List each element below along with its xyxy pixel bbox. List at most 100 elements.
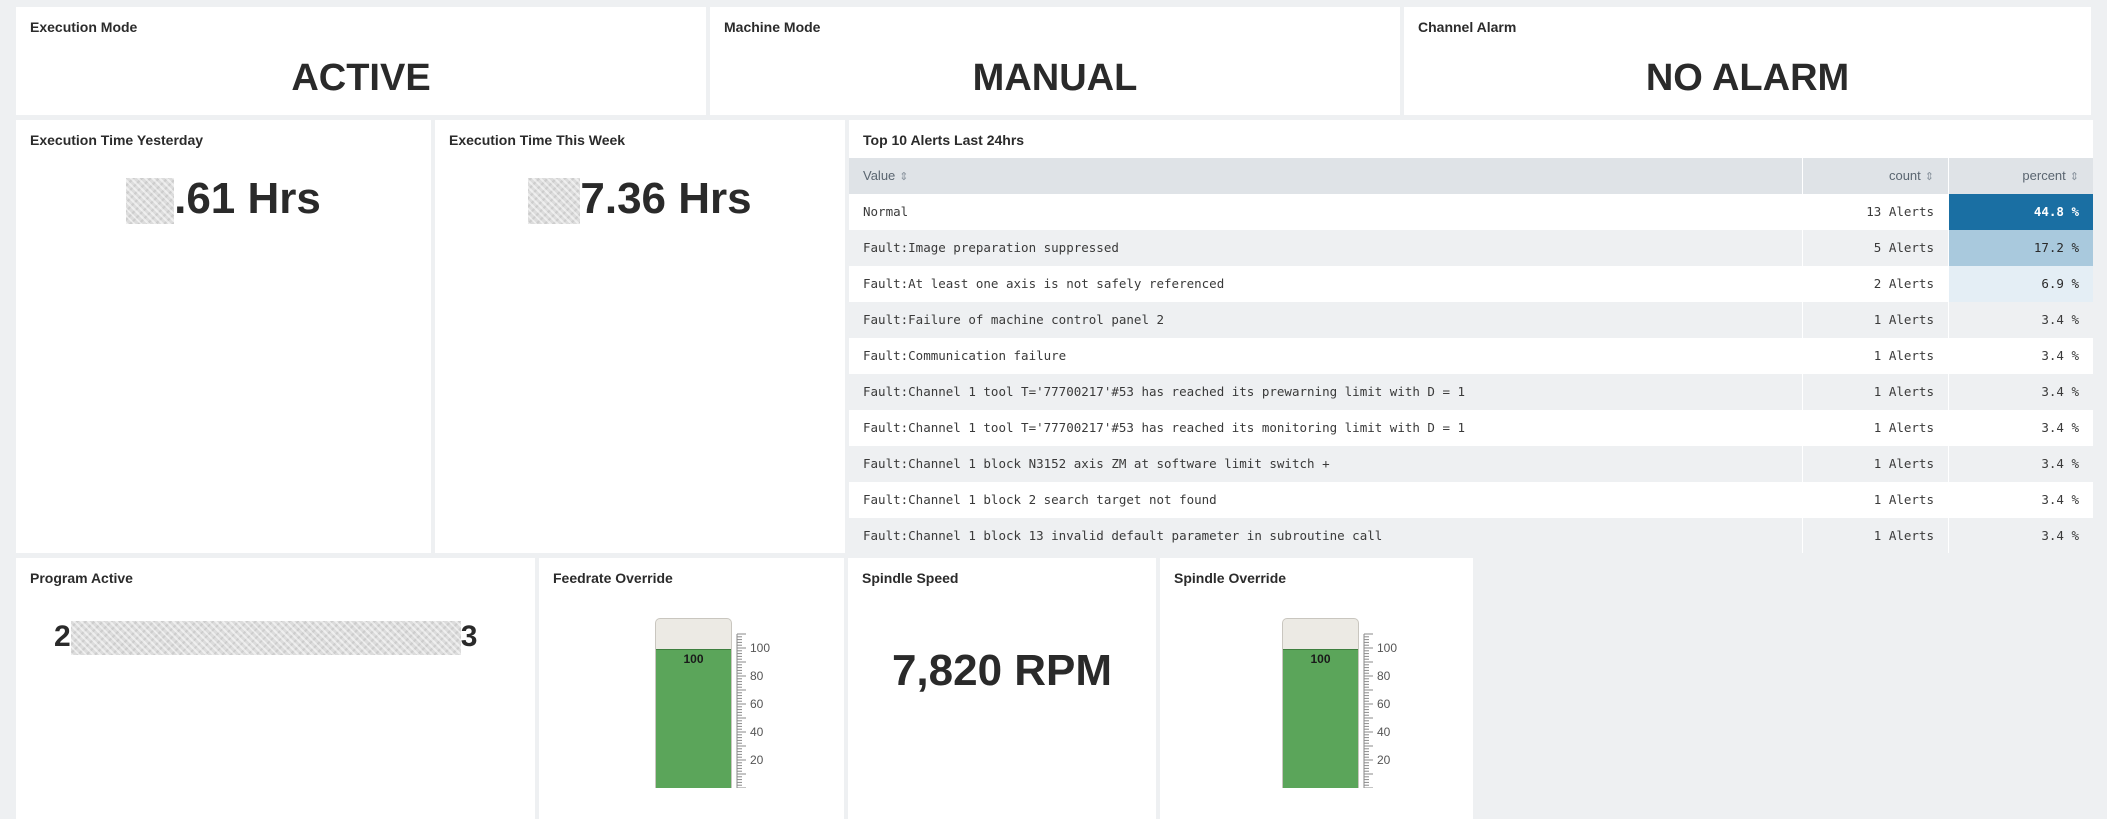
redacted-block <box>126 178 175 225</box>
alert-value-cell: Fault:At least one axis is not safely re… <box>863 276 1225 291</box>
alert-value-cell: Fault:Channel 1 block N3152 axis ZM at s… <box>863 456 1330 471</box>
panel-title: Machine Mode <box>724 19 821 35</box>
channel-alarm-panel: Channel Alarm NO ALARM <box>1404 7 2091 115</box>
panel-title: Execution Time This Week <box>449 132 626 148</box>
table-row[interactable]: Fault:Channel 1 block N3152 axis ZM at s… <box>849 446 2093 482</box>
alert-count-cell: 13 Alerts <box>1802 194 1948 230</box>
machine-mode-panel: Machine Mode MANUAL <box>710 7 1400 115</box>
gauge-tube: 100 <box>655 618 732 788</box>
spindle-speed-panel: Spindle Speed 7,820 RPM <box>848 558 1156 819</box>
panel-title: Channel Alarm <box>1418 19 1517 35</box>
program-suffix: 3 <box>460 620 478 653</box>
alerts-table: Value ⇕ count ⇕ percent ⇕ Normal 13 Alerts 44… <box>849 158 2093 553</box>
gauge-fill <box>656 649 731 788</box>
alert-percent-cell: 44.8 % <box>1948 194 2093 230</box>
table-header: Value ⇕ count ⇕ percent ⇕ <box>849 158 2093 194</box>
alert-value-cell: Normal <box>863 204 909 219</box>
panel-title: Execution Mode <box>30 19 138 35</box>
table-row[interactable]: Fault:At least one axis is not safely re… <box>849 266 2093 302</box>
sort-icon: ⇕ <box>1924 171 1934 183</box>
alert-percent-cell: 17.2 % <box>1948 230 2093 266</box>
gauge-fill <box>1283 649 1358 788</box>
exec-time-yesterday-panel: Execution Time Yesterday .61 Hrs <box>16 120 431 553</box>
alert-value-cell: Fault:Channel 1 block 13 invalid default… <box>863 528 1383 543</box>
panel-title: Execution Time Yesterday <box>30 132 204 148</box>
gauge-scale: 100 80 60 40 20 <box>1363 633 1397 788</box>
panel-title: Spindle Speed <box>862 570 959 586</box>
panel-title: Spindle Override <box>1174 570 1287 586</box>
redacted-block <box>70 621 461 656</box>
table-row[interactable]: Fault:Communication failure 1 Alerts 3.4 % <box>849 338 2093 374</box>
gauge-tick-label: 60 <box>750 697 764 711</box>
header-percent[interactable]: percent ⇕ <box>1948 158 2093 194</box>
alert-percent-cell: 3.4 % <box>1948 446 2093 482</box>
gauge-scale: 100 80 60 40 20 <box>736 633 770 788</box>
table-body: Normal 13 Alerts 44.8 % Fault:Image prepara… <box>849 194 2093 553</box>
alert-count-cell: 1 Alerts <box>1802 338 1948 374</box>
gauge-tick-label: 80 <box>1377 669 1391 683</box>
gauge-tube: 100 <box>1282 618 1359 788</box>
header-count[interactable]: count ⇕ <box>1802 158 1948 194</box>
alert-count-cell: 1 Alerts <box>1802 302 1948 338</box>
sort-icon: ⇕ <box>899 171 909 183</box>
gauge-tick-label: 40 <box>750 725 764 739</box>
program-prefix: 2 <box>54 620 71 653</box>
panel-title: Program Active <box>30 570 133 586</box>
spindle-override-panel: Spindle Override 100 100 80 60 40 20 <box>1160 558 1473 819</box>
spindle-speed-value: 7,820 RPM <box>891 646 1113 695</box>
exec-time-yesterday-value: .61 Hrs <box>16 174 431 225</box>
alert-percent-cell: 3.4 % <box>1948 338 2093 374</box>
gauge-tick-label: 40 <box>1377 725 1391 739</box>
table-row[interactable]: Fault:Channel 1 tool T='77700217'#53 has… <box>849 410 2093 446</box>
alert-percent-cell: 3.4 % <box>1948 374 2093 410</box>
alert-percent-cell: 3.4 % <box>1948 482 2093 518</box>
gauge-tick-label: 60 <box>1377 697 1391 711</box>
table-row[interactable]: Fault:Channel 1 tool T='77700217'#53 has… <box>849 374 2093 410</box>
alert-count-cell: 5 Alerts <box>1802 230 1948 266</box>
panel-title: Feedrate Override <box>553 570 673 586</box>
exec-time-week-value: 7.36 Hrs <box>435 174 845 225</box>
alert-value-cell: Fault:Channel 1 tool T='77700217'#53 has… <box>863 420 1466 435</box>
table-row[interactable]: Fault:Failure of machine control panel 2… <box>849 302 2093 338</box>
table-row[interactable]: Fault:Image preparation suppressed 5 Aler… <box>849 230 2093 266</box>
gauge-value-label: 100 <box>1310 652 1331 666</box>
redacted-block <box>528 178 581 225</box>
top-alerts-panel: Top 10 Alerts Last 24hrs Value ⇕ count ⇕ p… <box>849 120 2093 553</box>
table-row[interactable]: Fault:Channel 1 block 13 invalid default… <box>849 518 2093 553</box>
alert-value-cell: Fault:Channel 1 tool T='77700217'#53 has… <box>863 384 1466 399</box>
alert-count-cell: 1 Alerts <box>1802 518 1948 553</box>
execution-mode-panel: Execution Mode ACTIVE <box>16 7 706 115</box>
gauge-tick-label: 20 <box>1377 753 1391 767</box>
panel-title: Top 10 Alerts Last 24hrs <box>863 132 1025 148</box>
exec-time-week-panel: Execution Time This Week 7.36 Hrs <box>435 120 845 553</box>
machine-mode-value: MANUAL <box>972 57 1138 99</box>
alert-value-cell: Fault:Image preparation suppressed <box>863 240 1119 255</box>
alert-value-cell: Fault:Failure of machine control panel 2 <box>863 312 1165 327</box>
alert-percent-cell: 3.4 % <box>1948 302 2093 338</box>
exec-time-week-text: 7.36 Hrs <box>580 174 752 223</box>
alert-count-cell: 1 Alerts <box>1802 410 1948 446</box>
program-active-panel: Program Active 23 <box>16 558 535 819</box>
sort-icon: ⇕ <box>2069 171 2079 183</box>
alert-value-cell: Fault:Communication failure <box>863 348 1067 363</box>
alert-percent-cell: 3.4 % <box>1948 518 2093 553</box>
table-row[interactable]: Fault:Channel 1 block 2 search target no… <box>849 482 2093 518</box>
channel-alarm-value: NO ALARM <box>1645 57 1850 99</box>
alert-percent-cell: 6.9 % <box>1948 266 2093 302</box>
alert-count-cell: 1 Alerts <box>1802 482 1948 518</box>
execution-mode-value: ACTIVE <box>291 57 431 99</box>
alert-value-cell: Fault:Channel 1 block 2 search target no… <box>863 492 1217 507</box>
feedrate-override-panel: Feedrate Override 100 100 80 60 40 20 <box>539 558 844 819</box>
gauge-tick-label: 100 <box>750 641 770 655</box>
exec-time-yesterday-text: .61 Hrs <box>174 174 321 223</box>
program-active-value: 23 <box>54 620 478 656</box>
gauge-tick-label: 100 <box>1377 641 1397 655</box>
alert-count-cell: 2 Alerts <box>1802 266 1948 302</box>
gauge-value-label: 100 <box>683 652 704 666</box>
alert-count-cell: 1 Alerts <box>1802 374 1948 410</box>
header-value[interactable]: Value ⇕ <box>849 158 1802 194</box>
table-row[interactable]: Normal 13 Alerts 44.8 % <box>849 194 2093 230</box>
gauge-tick-label: 80 <box>750 669 764 683</box>
alert-percent-cell: 3.4 % <box>1948 410 2093 446</box>
gauge-tick-label: 20 <box>750 753 764 767</box>
